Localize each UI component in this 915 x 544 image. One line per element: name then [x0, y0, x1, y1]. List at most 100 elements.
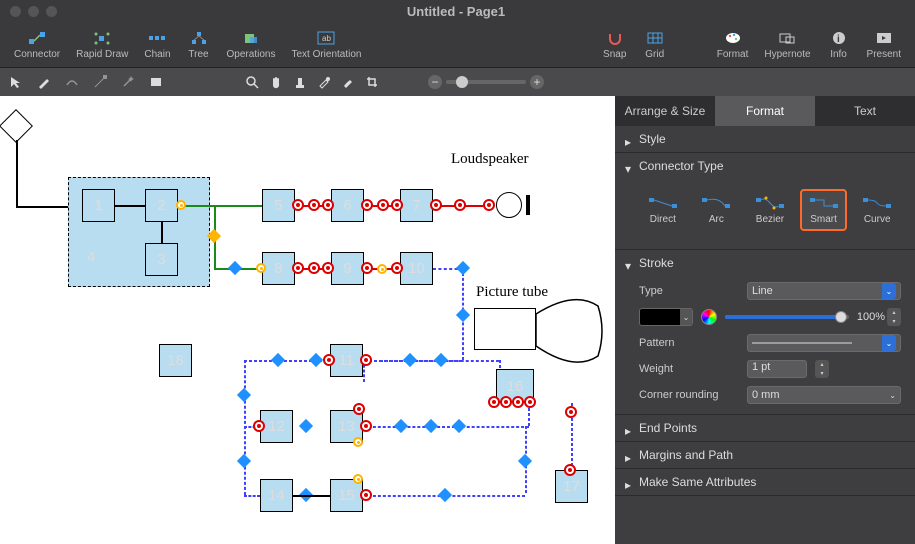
connector-type-direct[interactable]: Direct — [639, 189, 687, 231]
diagram-box-18[interactable]: 18 — [159, 344, 192, 377]
toolbar-present[interactable]: Present — [861, 27, 907, 62]
dropper-tool[interactable] — [314, 72, 334, 92]
diagram-box-1[interactable]: 1 — [82, 189, 115, 222]
crop-tool[interactable] — [362, 72, 382, 92]
zoom-in-button[interactable]: + — [530, 75, 544, 89]
stroke-type-select[interactable]: Line ⌄ — [747, 282, 901, 300]
chevron-right-icon: ▸ — [625, 451, 633, 459]
wand-tool[interactable] — [118, 72, 138, 92]
handle-icon — [271, 353, 285, 367]
hand-tool[interactable] — [266, 72, 286, 92]
section-end-points[interactable]: ▸End Points — [615, 415, 915, 441]
stroke-type-label: Type — [639, 285, 739, 297]
smart-connector[interactable] — [363, 426, 529, 428]
toolbar-format[interactable]: Format — [711, 27, 755, 62]
toolbar-info[interactable]: i Info — [821, 27, 857, 62]
stamp-tool[interactable] — [290, 72, 310, 92]
port-icon — [308, 199, 320, 211]
node-tool[interactable] — [90, 72, 110, 92]
pointer-tool[interactable] — [6, 72, 26, 92]
handle-icon — [394, 419, 408, 433]
canvas[interactable]: 4 1 2 3 5 6 7 Loudspeaker 8 9 10 — [0, 96, 615, 544]
grid-icon — [646, 31, 664, 45]
stroke-weight-input[interactable]: 1 pt — [747, 360, 807, 378]
port-icon — [361, 199, 373, 211]
tab-format[interactable]: Format — [715, 96, 815, 126]
toolbar-tree[interactable]: Tree — [181, 27, 217, 62]
weight-stepper[interactable]: ▴▾ — [815, 360, 829, 378]
toolbar-hypernote[interactable]: Hypernote — [758, 27, 816, 62]
diagram-box-8[interactable]: 8 — [262, 252, 295, 285]
loudspeaker-label: Loudspeaker — [451, 151, 528, 168]
diagram-box-7[interactable]: 7 — [400, 189, 433, 222]
connector-type-smart[interactable]: Smart — [800, 189, 848, 231]
section-connector-type[interactable]: ▾ Connector Type — [615, 153, 915, 179]
port-icon — [322, 199, 334, 211]
port-icon — [353, 403, 365, 415]
section-margins-path[interactable]: ▸Margins and Path — [615, 442, 915, 468]
tab-arrange-size[interactable]: Arrange & Size — [615, 96, 715, 126]
diagram-box-9[interactable]: 9 — [331, 252, 364, 285]
diagram-line — [293, 495, 330, 497]
diagram-box-5[interactable]: 5 — [262, 189, 295, 222]
close-window-icon[interactable] — [10, 6, 21, 17]
port-icon — [430, 199, 442, 211]
toolbar-connector[interactable]: Connector — [8, 27, 66, 62]
diagram-line — [115, 205, 145, 207]
minimize-window-icon[interactable] — [28, 6, 39, 17]
section-style[interactable]: ▸ Style — [615, 126, 915, 152]
section-stroke[interactable]: ▾ Stroke — [615, 250, 915, 276]
info-icon: i — [830, 31, 848, 45]
corner-rounding-select[interactable]: 0 mm ⌄ — [747, 386, 901, 404]
zoom-tool[interactable] — [242, 72, 262, 92]
hypernote-icon — [778, 31, 796, 45]
handle-icon — [237, 454, 251, 468]
color-wheel-icon[interactable] — [701, 309, 717, 325]
svg-text:i: i — [837, 34, 840, 45]
section-same-attributes[interactable]: ▸Make Same Attributes — [615, 469, 915, 495]
chevron-right-icon: ▸ — [625, 135, 633, 143]
chevron-right-icon: ▸ — [625, 478, 633, 486]
path-tool[interactable] — [62, 72, 82, 92]
toolbar-rapid-draw[interactable]: Rapid Draw — [70, 27, 134, 62]
connector-type-bezier[interactable]: Bezier — [746, 189, 794, 231]
toolbar-text-orientation[interactable]: ab Text Orientation — [285, 27, 367, 62]
handle-icon — [237, 388, 251, 402]
port-icon — [512, 396, 524, 408]
handle-icon — [424, 419, 438, 433]
diagram-box-2[interactable]: 2 — [145, 189, 178, 222]
toolbar-snap[interactable]: Snap — [597, 27, 633, 62]
diagram-box-14[interactable]: 14 — [260, 479, 293, 512]
stroke-pattern-select[interactable]: ⌄ — [747, 334, 901, 352]
diagram-box-6[interactable]: 6 — [331, 189, 364, 222]
zoom-out-button[interactable]: − — [428, 75, 442, 89]
brush-tool[interactable] — [338, 72, 358, 92]
zoom-slider-group: − + — [428, 75, 544, 89]
maximize-window-icon[interactable] — [46, 6, 57, 17]
stroke-color-swatch[interactable]: ⌄ — [639, 308, 693, 326]
opacity-stepper[interactable]: ▴▾ — [887, 308, 901, 326]
stroke-opacity-slider[interactable] — [725, 315, 849, 319]
window-controls — [10, 6, 57, 17]
connector-type-curve[interactable]: Curve — [853, 189, 901, 231]
port-icon — [253, 420, 265, 432]
toolbar-grid[interactable]: Grid — [637, 27, 673, 62]
zoom-slider[interactable] — [446, 80, 526, 84]
toolbar-chain[interactable]: Chain — [138, 27, 176, 62]
shape-tool[interactable] — [146, 72, 166, 92]
present-icon — [875, 31, 893, 45]
port-icon — [353, 437, 363, 447]
toolbar-operations[interactable]: Operations — [221, 27, 282, 62]
tab-text[interactable]: Text — [815, 96, 915, 126]
connector-type-arc[interactable]: Arc — [693, 189, 741, 231]
connector-icon — [28, 31, 46, 45]
dropdown-caret-icon: ⌄ — [882, 335, 896, 351]
corner-rounding-label: Corner rounding — [639, 389, 739, 401]
pen-tool[interactable] — [34, 72, 54, 92]
diagram-box-10[interactable]: 10 — [400, 252, 433, 285]
port-icon — [360, 420, 372, 432]
port-icon — [361, 262, 373, 274]
diagram-box-3[interactable]: 3 — [145, 243, 178, 276]
smart-connector[interactable] — [244, 495, 260, 497]
port-icon — [176, 200, 186, 210]
